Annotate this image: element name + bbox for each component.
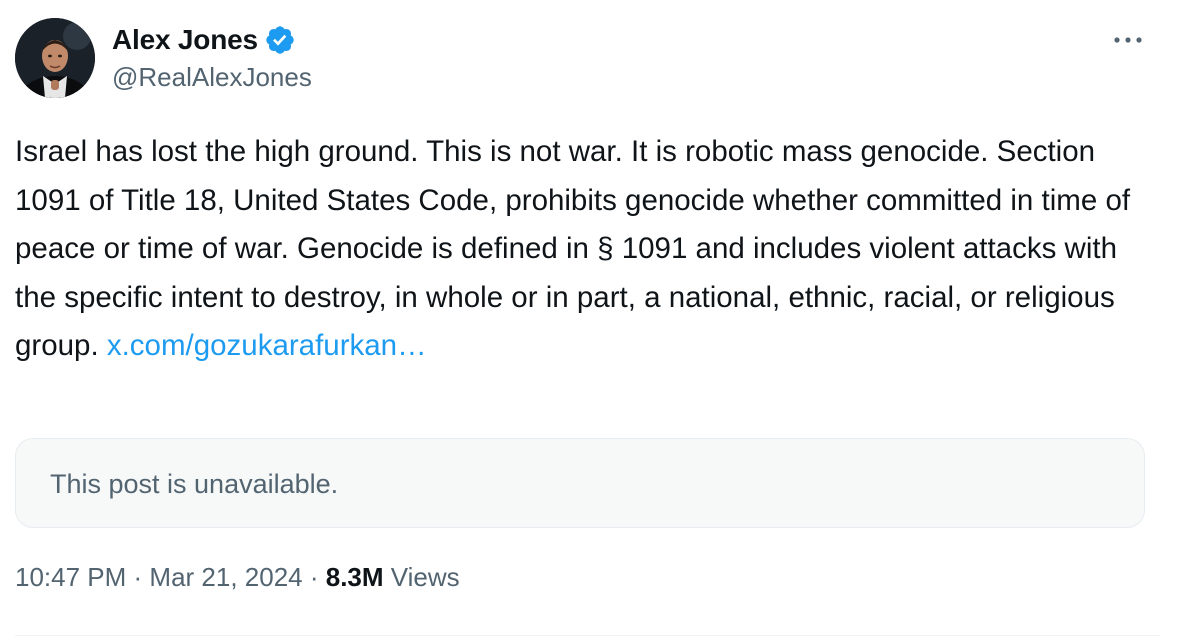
avatar[interactable] bbox=[15, 18, 95, 98]
meta-separator: · bbox=[126, 562, 150, 592]
user-handle[interactable]: @RealAlexJones bbox=[112, 62, 312, 93]
tweet-body: Israel has lost the high ground. This is… bbox=[15, 135, 1139, 362]
tweet-meta: 10:47 PM · Mar 21, 2024 · 8.3M Views bbox=[15, 562, 460, 593]
divider bbox=[15, 635, 1160, 636]
views-spacer bbox=[384, 562, 391, 593]
meta-separator: · bbox=[302, 562, 326, 592]
views-label: Views bbox=[390, 562, 460, 592]
quoted-post-unavailable-text: This post is unavailable. bbox=[50, 469, 339, 499]
post-time[interactable]: 10:47 PM bbox=[15, 562, 126, 593]
tweet-link[interactable]: x.com/gozukarafurkan… bbox=[107, 329, 427, 362]
display-name[interactable]: Alex Jones bbox=[112, 24, 258, 56]
tweet-container: Alex Jones @RealAlexJones Israel has los… bbox=[0, 0, 1184, 642]
avatar-image bbox=[15, 18, 95, 98]
name-row: Alex Jones bbox=[112, 20, 296, 60]
more-options-icon bbox=[1114, 37, 1142, 43]
quoted-post-card[interactable]: This post is unavailable. bbox=[15, 438, 1145, 528]
views-count: 8.3M bbox=[325, 562, 384, 592]
tweet-text: Israel has lost the high ground. This is… bbox=[15, 128, 1155, 371]
verified-badge-icon[interactable] bbox=[264, 24, 296, 56]
more-options-button[interactable] bbox=[1106, 26, 1150, 54]
post-date[interactable]: Mar 21, 2024 bbox=[149, 562, 302, 593]
